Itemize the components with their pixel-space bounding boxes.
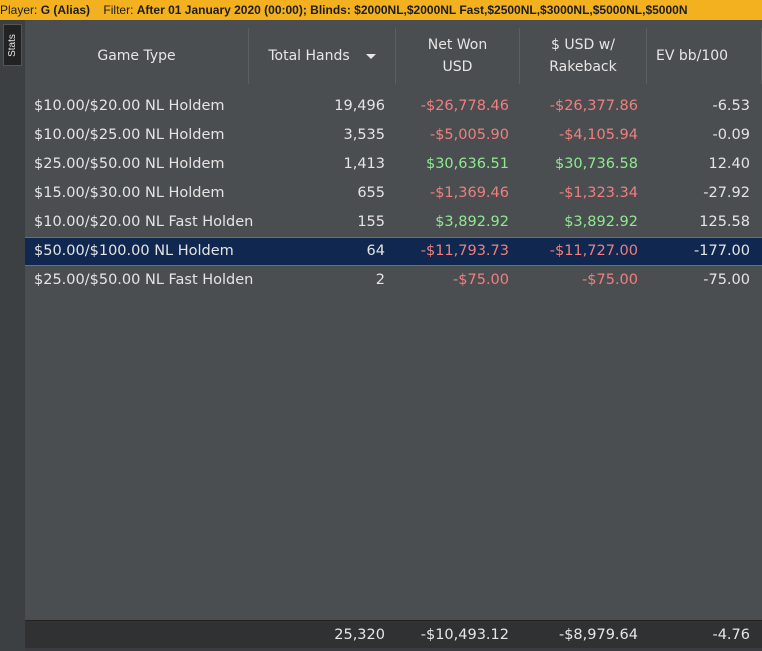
game-type-cell: $25.00/$50.00 NL Fast Holden [34,272,254,288]
usd-rakeback-cell: -$4,105.94 [558,127,638,143]
game-type-cell: $15.00/$30.00 NL Holdem [34,185,225,201]
usd-rakeback-cell: $3,892.92 [564,214,638,230]
net-won-cell: $30,636.51 [425,156,509,172]
sort-desc-icon [365,53,376,59]
table-row[interactable]: $10.00/$25.00 NL Holdem 3,535 -$5,005.90 -$… [25,121,762,150]
game-type-cell: $10.00/$25.00 NL Holdem [34,127,225,143]
usd-rakeback-cell: -$11,727.00 [549,243,638,259]
filter-label: Filter: [103,3,134,17]
ev-cell: -75.00 [703,272,750,288]
player-value: G (Alias) [40,3,91,17]
usd-rakeback-cell: -$75.00 [582,272,638,288]
net-won-cell: -$5,005.90 [429,127,509,143]
stats-tab-label: Stats [7,33,19,57]
table-row[interactable]: $10.00/$20.00 NL Holdem 19,496 -$26,778.46… [25,92,762,121]
total-hands-cell: 155 [357,214,385,230]
total-hands: 25,320 [334,627,385,643]
game-type-cell: $25.00/$50.00 NL Holdem [34,156,225,172]
player-label: Player: [0,3,38,17]
net-won-cell: -$11,793.73 [420,243,509,259]
total-hands-cell: 3,535 [343,127,385,143]
total-ev: -4.76 [712,627,750,643]
net-won-cell: -$1,369.46 [429,185,509,201]
total-net-won: -$10,493.12 [420,627,509,643]
game-type-cell: $50.00/$100.00 NL Holdem [34,243,234,259]
table-row[interactable]: $25.00/$50.00 NL Fast Holden 2 -$75.00 -$75… [25,266,762,295]
usd-rakeback-cell: $30,736.58 [554,156,638,172]
ev-cell: -27.92 [703,185,750,201]
table-row[interactable]: $25.00/$50.00 NL Holdem 1,413 $30,636.51 $3… [25,150,762,179]
column-header-net-won[interactable]: Net Won USD [396,28,520,84]
stats-tab[interactable]: Stats [3,24,22,66]
usd-rakeback-cell: -$26,377.86 [549,98,638,114]
total-usd-rakeback: -$8,979.64 [558,627,638,643]
net-won-cell: -$75.00 [453,272,509,288]
ev-cell: -177.00 [694,243,750,259]
usd-rakeback-cell: -$1,323.34 [558,185,638,201]
game-type-cell: $10.00/$20.00 NL Holdem [34,98,225,114]
table-row[interactable]: $15.00/$30.00 NL Holdem 655 -$1,369.46 -$1,… [25,179,762,208]
total-hands-cell: 64 [366,243,385,259]
ev-cell: -6.53 [712,98,750,114]
filter-bar: Player: G (Alias) Filter: After 01 Janua… [0,0,762,20]
game-type-cell: $10.00/$20.00 NL Fast Holden [34,214,254,230]
ev-cell: 125.58 [699,214,750,230]
column-header-game-type[interactable]: Game Type [25,28,249,84]
total-hands-cell: 19,496 [334,98,385,114]
total-hands-cell: 655 [357,185,385,201]
net-won-cell: -$26,778.46 [420,98,509,114]
side-panel: Stats [0,20,25,651]
table-row[interactable]: $50.00/$100.00 NL Holdem 64 -$11,793.73 -$1… [25,237,762,266]
ev-cell: 12.40 [708,156,750,172]
totals-row: 25,320 -$10,493.12 -$8,979.64 -4.76 [25,620,762,649]
results-grid: Game Type Total Hands Net Won USD $ USD … [25,20,762,651]
table-row[interactable]: $10.00/$20.00 NL Fast Holden 155 $3,892.92… [25,208,762,237]
net-won-cell: $3,892.92 [435,214,509,230]
ev-cell: -0.09 [712,127,750,143]
total-hands-cell: 1,413 [343,156,385,172]
column-header-ev[interactable]: EV bb/100 [647,28,762,84]
total-hands-cell: 2 [375,272,385,288]
grid-rows: $10.00/$20.00 NL Holdem 19,496 -$26,778.46… [25,92,762,295]
column-header-total-hands[interactable]: Total Hands [249,28,396,84]
column-header-usd-rakeback[interactable]: $ USD w/ Rakeback [520,28,647,84]
grid-header: Game Type Total Hands Net Won USD $ USD … [25,20,762,90]
filter-value: After 01 January 2020 (00:00); Blinds: $… [136,3,688,17]
